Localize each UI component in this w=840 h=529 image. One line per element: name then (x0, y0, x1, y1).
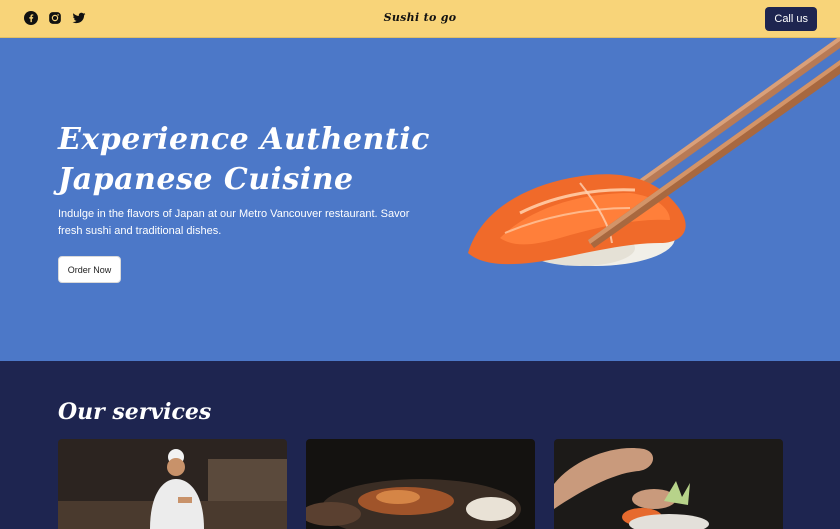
hero-description: Indulge in the flavors of Japan at our M… (58, 208, 410, 237)
service-card-chef[interactable] (58, 439, 287, 529)
service-card-grill[interactable] (306, 439, 535, 529)
call-us-button[interactable]: Call us (765, 7, 817, 31)
services-title: Our services (58, 399, 212, 425)
hero-title-line-2: Japanese Cuisine (58, 162, 354, 197)
services-section: Our services (0, 361, 840, 529)
hero-title: Experience Authentic Japanese Cuisine (58, 120, 478, 200)
chef-image (58, 439, 287, 529)
brand-logo-text[interactable]: Sushi to go (0, 11, 840, 24)
plating-image (554, 439, 783, 529)
order-now-button[interactable]: Order Now (58, 256, 121, 283)
hero-section: Experience Authentic Japanese Cuisine In… (0, 38, 840, 361)
service-card-plating[interactable] (554, 439, 783, 529)
top-nav-bar: Sushi to go Call us (0, 0, 840, 38)
grilled-food-image (306, 439, 535, 529)
hero-title-line-1: Experience Authentic (58, 122, 430, 157)
sushi-chopsticks-image (468, 38, 840, 266)
